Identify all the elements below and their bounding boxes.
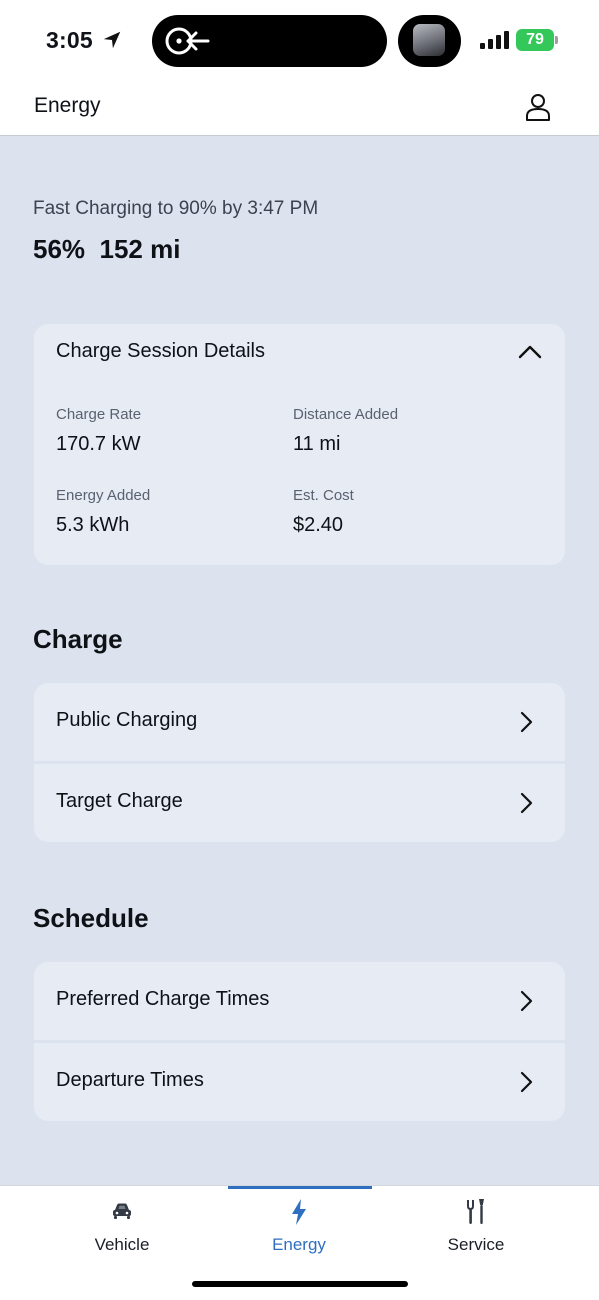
- detail-label: Charge Rate: [56, 406, 142, 423]
- signal-icon: [480, 31, 510, 49]
- location-arrow-icon: [103, 31, 121, 49]
- detail-label: Distance Added: [293, 406, 399, 423]
- tab-label: Vehicle: [94, 1235, 150, 1254]
- section-heading-charge: Charge: [33, 624, 123, 654]
- status-bar: 3:05 79: [0, 0, 599, 80]
- person-icon[interactable]: [525, 93, 551, 121]
- detail-value: 170.7 kW: [56, 433, 141, 455]
- detail-value: 11 mi: [293, 433, 341, 455]
- chevron-right-icon: [520, 990, 533, 1012]
- charging-status: Fast Charging to 90% by 3:47 PM: [33, 198, 319, 219]
- detail-label: Est. Cost: [293, 487, 354, 504]
- list-item-departure-times[interactable]: Departure Times: [34, 1043, 565, 1121]
- detail-label: Energy Added: [56, 487, 151, 504]
- schedule-list: Preferred Charge Times Departure Times: [34, 962, 565, 1121]
- battery-level: 79: [526, 31, 544, 48]
- screen-mirroring-icon: [165, 27, 210, 55]
- charge-list: Public Charging Target Charge: [34, 683, 565, 842]
- detail-value: 5.3 kWh: [56, 514, 130, 536]
- status-time: 3:05: [46, 27, 93, 53]
- list-item-label: Preferred Charge Times: [56, 988, 270, 1010]
- page-title: Energy: [34, 94, 101, 117]
- app-header: Energy: [0, 80, 599, 136]
- chevron-right-icon: [520, 711, 533, 733]
- tab-energy[interactable]: Energy: [224, 1186, 374, 1266]
- charge-session-card: Charge Session Details Charge Rate 170.7…: [34, 324, 565, 565]
- chevron-up-icon[interactable]: [518, 342, 542, 362]
- list-item-label: Public Charging: [56, 709, 198, 731]
- chevron-right-icon: [520, 1071, 533, 1093]
- list-item-label: Departure Times: [56, 1069, 204, 1091]
- session-title: Charge Session Details: [56, 340, 265, 362]
- car-icon: [113, 1203, 131, 1219]
- list-item-preferred-charge-times[interactable]: Preferred Charge Times: [34, 962, 565, 1040]
- battery-nub: [555, 36, 558, 44]
- tab-service[interactable]: Service: [401, 1186, 551, 1266]
- battery-icon: 79: [516, 29, 554, 51]
- list-item-target-charge[interactable]: Target Charge: [34, 764, 565, 842]
- section-heading-schedule: Schedule: [33, 903, 149, 933]
- tab-vehicle[interactable]: Vehicle: [47, 1186, 197, 1266]
- tools-icon: [467, 1199, 484, 1224]
- home-indicator[interactable]: [192, 1281, 408, 1287]
- chevron-right-icon: [520, 792, 533, 814]
- album-art: [413, 24, 445, 56]
- tab-label: Service: [447, 1235, 505, 1254]
- detail-value: $2.40: [293, 514, 344, 536]
- list-item-label: Target Charge: [56, 790, 183, 812]
- charge-level: 56% 152 mi: [33, 234, 181, 264]
- lightning-bolt-icon: [292, 1199, 306, 1225]
- tab-label: Energy: [272, 1235, 326, 1254]
- list-item-public-charging[interactable]: Public Charging: [34, 683, 565, 761]
